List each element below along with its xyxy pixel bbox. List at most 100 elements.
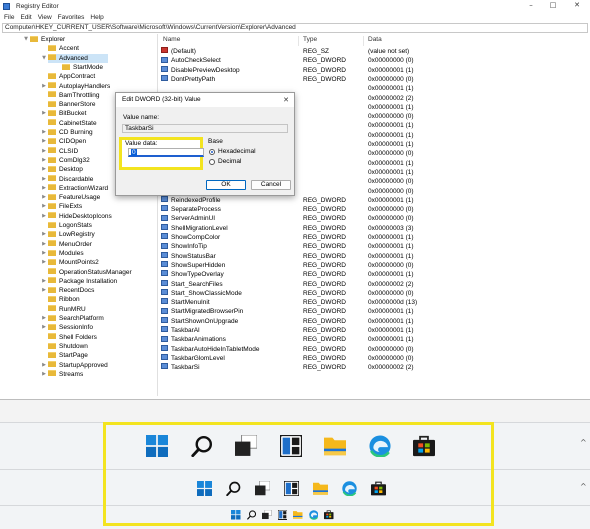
task-view-icon[interactable]	[262, 510, 272, 520]
value-row[interactable]: ServerAdminUI REG_DWORD 0x00000000 (0)	[158, 214, 586, 223]
file-explorer-icon[interactable]	[293, 510, 303, 520]
value-row[interactable]: DisablePreviewDesktop REG_DWORD 0x00000001…	[158, 65, 586, 75]
cancel-button[interactable]: Cancel	[251, 180, 291, 190]
chevron-right-icon[interactable]: ▶	[40, 193, 48, 202]
edge-icon[interactable]	[368, 435, 391, 458]
value-row[interactable]: DontPrettyPath REG_DWORD 0x00000000 (0)	[158, 75, 586, 84]
start-icon[interactable]	[146, 435, 168, 457]
chevron-right-icon[interactable]: ▶	[40, 128, 48, 137]
column-separator[interactable]	[298, 36, 299, 46]
chevron-right-icon[interactable]: ▶	[40, 109, 48, 118]
start-icon[interactable]	[196, 480, 212, 496]
tree-item[interactable]: RunMRU	[48, 305, 86, 314]
menu-favorites[interactable]: Favorites	[58, 14, 85, 21]
tree-item[interactable]: ▶ CIDOpen	[42, 137, 86, 146]
value-row[interactable]: TaskbarAutoHideInTabletMode REG_DWORD 0x00…	[158, 344, 586, 354]
file-explorer-icon[interactable]	[324, 435, 346, 457]
tree-item[interactable]: ▶ StartupApproved	[42, 361, 108, 370]
column-header-type[interactable]: Type	[303, 36, 317, 43]
value-row[interactable]: TaskbarGlomLevel REG_DWORD 0x00000000 (0)	[158, 354, 586, 363]
menu-view[interactable]: View	[38, 14, 52, 21]
tree-item[interactable]: ▶ Package Installation	[42, 277, 117, 286]
value-row[interactable]: AutoCheckSelect REG_DWORD 0x00000000 (0)	[158, 56, 586, 65]
maximize-button[interactable]: □	[542, 0, 564, 12]
start-icon[interactable]	[231, 510, 241, 520]
menu-file[interactable]: File	[4, 14, 14, 21]
address-bar[interactable]: Computer\HKEY_CURRENT_USER\Software\Micr…	[2, 23, 588, 33]
tray-chevron-icon[interactable]: ^	[580, 482, 587, 491]
widgets-icon[interactable]	[282, 479, 300, 497]
column-header-name[interactable]: Name	[163, 36, 180, 43]
decimal-label[interactable]: Decimal	[218, 158, 241, 165]
tree-item[interactable]: ▶ Modules	[42, 249, 84, 258]
task-view-icon[interactable]	[254, 480, 270, 496]
tree-item[interactable]: AppContract	[48, 72, 95, 81]
tree-item[interactable]: ▶ HideDesktopIcons	[42, 212, 112, 221]
tree-item[interactable]: ▶ RecentDocs	[42, 286, 94, 295]
tree-item[interactable]: Shutdown	[48, 342, 88, 351]
value-row[interactable]: ReindexedProfile REG_DWORD 0x00000001 (1)	[158, 196, 586, 205]
tree-item[interactable]: Ribbon	[48, 295, 80, 304]
value-row[interactable]: StartMenuInit REG_DWORD 0x0000000d (13)	[158, 298, 586, 307]
menu-edit[interactable]: Edit	[20, 14, 31, 21]
chevron-right-icon[interactable]: ▶	[40, 184, 48, 193]
chevron-right-icon[interactable]: ▶	[40, 277, 48, 286]
store-icon[interactable]	[413, 435, 435, 457]
edge-icon[interactable]	[308, 510, 319, 520]
tree-item[interactable]: ▶ Streams	[42, 370, 83, 379]
chevron-down-icon[interactable]: ▼	[40, 54, 48, 63]
hexadecimal-label[interactable]: Hexadecimal	[218, 148, 256, 155]
chevron-right-icon[interactable]: ▶	[40, 361, 48, 370]
chevron-right-icon[interactable]: ▶	[40, 156, 48, 165]
value-row[interactable]: ShowStatusBar REG_DWORD 0x00000001 (1)	[158, 251, 586, 261]
tree-item[interactable]: CabinetState	[48, 119, 97, 128]
value-row[interactable]: ShowSuperHidden REG_DWORD 0x00000000 (0)	[158, 261, 586, 270]
value-row[interactable]: Start_ShowClassicMode REG_DWORD 0x00000000…	[158, 289, 586, 298]
menu-help[interactable]: Help	[90, 14, 103, 21]
value-row[interactable]: ShowInfoTip REG_DWORD 0x00000001 (1)	[158, 242, 586, 251]
store-icon[interactable]	[324, 510, 334, 520]
file-explorer-icon[interactable]	[312, 481, 328, 496]
ok-button[interactable]: OK	[206, 180, 246, 190]
value-row[interactable]: ShellMigrationLevel REG_DWORD 0x00000003 (…	[158, 223, 586, 233]
tree-item[interactable]: ▶ CD Burning	[42, 128, 93, 137]
tree-item[interactable]: ▶ SearchPlatform	[42, 314, 104, 323]
chevron-right-icon[interactable]: ▶	[40, 230, 48, 239]
tray-chevron-icon[interactable]: ^	[580, 438, 587, 447]
tree-item[interactable]: ▶ CLSID	[42, 147, 78, 156]
chevron-right-icon[interactable]: ▶	[40, 258, 48, 267]
chevron-right-icon[interactable]: ▶	[40, 202, 48, 211]
widgets-icon[interactable]	[278, 433, 303, 459]
tree-item[interactable]: ▶ ExtractionWizard	[42, 184, 108, 193]
chevron-right-icon[interactable]: ▶	[40, 165, 48, 174]
tree-item[interactable]: ▼ Advanced	[42, 53, 108, 63]
value-row[interactable]: ShowCompColor REG_DWORD 0x00000001 (1)	[158, 233, 586, 242]
value-row[interactable]: StartMigratedBrowserPin REG_DWORD 0x000000…	[158, 307, 586, 316]
chevron-right-icon[interactable]: ▶	[40, 137, 48, 146]
chevron-right-icon[interactable]: ▶	[40, 147, 48, 156]
tree-item[interactable]: Accent	[48, 44, 79, 53]
chevron-right-icon[interactable]: ▶	[40, 212, 48, 221]
chevron-down-icon[interactable]: ▼	[22, 35, 30, 44]
tree-item[interactable]: ▶ LowRegistry	[42, 230, 95, 239]
tree-item[interactable]: OperationStatusManager	[48, 268, 132, 277]
tree-item[interactable]: ▼ Explorer	[24, 35, 65, 44]
dialog-close-button[interactable]: ✕	[283, 93, 289, 107]
minimize-button[interactable]: –	[520, 0, 542, 12]
tree-item[interactable]: ▶ Desktop	[42, 165, 83, 174]
value-row[interactable]: ShowTypeOverlay REG_DWORD 0x00000001 (1)	[158, 270, 586, 279]
value-row[interactable]: TaskbarSi REG_DWORD 0x00000002 (2)	[158, 363, 586, 372]
value-row[interactable]: TaskbarAnimations REG_DWORD 0x00000001 (1)	[158, 335, 586, 344]
tree-item[interactable]: ▶ Discardable	[42, 175, 93, 184]
chevron-right-icon[interactable]: ▶	[40, 175, 48, 184]
close-button[interactable]: ✕	[566, 0, 588, 12]
search-icon[interactable]	[225, 481, 241, 496]
chevron-right-icon[interactable]: ▶	[40, 370, 48, 379]
tree-item[interactable]: ▶ FileExts	[42, 202, 82, 211]
tree-item[interactable]: ▶ MenuOrder	[42, 240, 92, 249]
tree-item[interactable]: BamThrottling	[48, 91, 99, 100]
tree-item[interactable]: Shell Folders	[48, 333, 97, 342]
column-header-data[interactable]: Data	[368, 36, 382, 43]
chevron-right-icon[interactable]: ▶	[40, 314, 48, 323]
tree-item[interactable]: StartPage	[48, 351, 88, 360]
